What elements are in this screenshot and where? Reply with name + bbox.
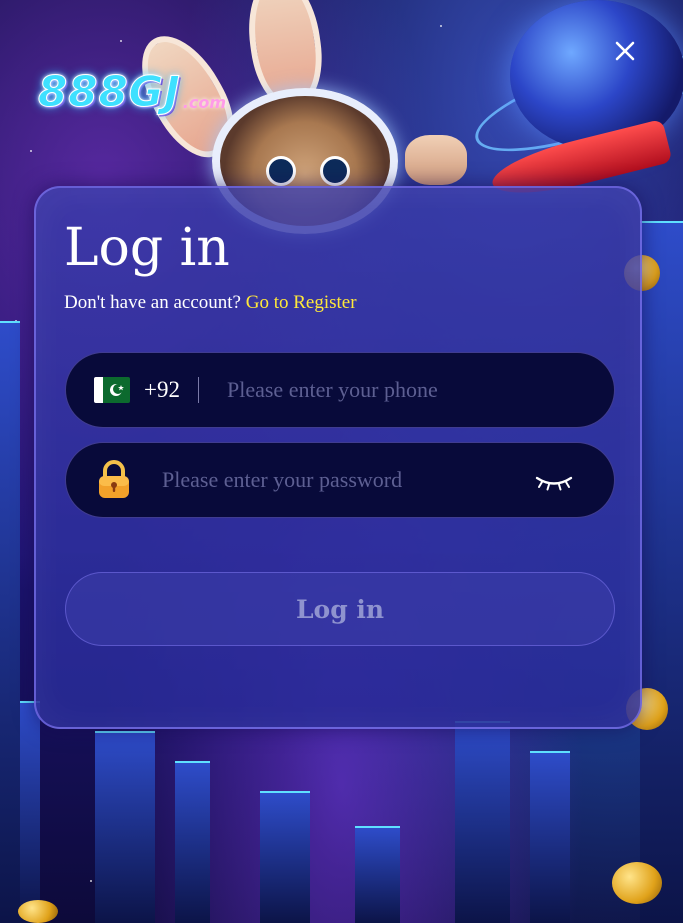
- city-tower-decoration: [175, 761, 210, 923]
- login-panel: Log in Don't have an account? Go to Regi…: [34, 186, 642, 729]
- closed-eye-icon[interactable]: [534, 469, 574, 493]
- phone-input[interactable]: [224, 376, 529, 404]
- bunny-paw-decoration: [405, 135, 467, 185]
- phone-field: +92: [65, 352, 615, 428]
- field-divider: [197, 377, 199, 403]
- login-button[interactable]: Log in: [65, 572, 615, 646]
- password-input[interactable]: [160, 466, 494, 494]
- logo-domain: .com: [182, 93, 227, 112]
- star-decoration: [120, 40, 122, 42]
- close-icon: [615, 41, 635, 61]
- coin-decoration: [612, 862, 662, 904]
- signup-prompt-text: Don't have an account?: [64, 292, 246, 313]
- city-tower-decoration: [355, 826, 400, 923]
- login-screen: 888GJ .com Log in Don't have an account?…: [0, 0, 683, 923]
- crescent-star-icon: [109, 384, 124, 396]
- coin-decoration: [18, 900, 58, 923]
- close-button[interactable]: [610, 36, 640, 66]
- logo-text: 888GJ: [38, 67, 181, 117]
- city-tower-decoration: [530, 751, 570, 923]
- city-tower-decoration: [455, 721, 510, 923]
- city-tower-decoration: [260, 791, 310, 923]
- country-code[interactable]: +92: [144, 377, 180, 403]
- bunny-eye: [266, 156, 296, 186]
- register-link[interactable]: Go to Register: [246, 292, 357, 313]
- page-title: Log in: [64, 218, 230, 278]
- flag-green-field: [103, 377, 130, 403]
- city-tower-decoration: [640, 221, 683, 923]
- bunny-eye: [320, 156, 350, 186]
- pakistan-flag-icon[interactable]: [94, 377, 130, 403]
- brand-logo: 888GJ .com: [38, 62, 227, 117]
- password-field: [65, 442, 615, 518]
- star-decoration: [90, 880, 92, 882]
- star-decoration: [30, 150, 32, 152]
- city-tower-decoration: [95, 731, 155, 923]
- signup-prompt: Don't have an account? Go to Register: [64, 292, 357, 314]
- star-decoration: [440, 25, 442, 27]
- city-tower-decoration: [0, 321, 20, 923]
- lock-icon: [99, 460, 129, 498]
- flag-white-band: [94, 377, 103, 403]
